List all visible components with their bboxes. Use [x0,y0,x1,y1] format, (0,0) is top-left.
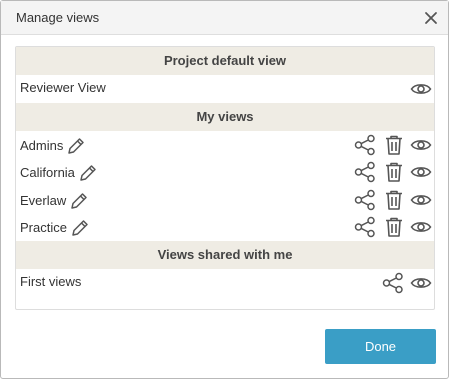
trash-icon[interactable] [384,161,404,183]
list-item: Reviewer View [16,75,434,102]
trash-icon[interactable] [384,134,404,156]
list-item: California [16,159,434,186]
done-button[interactable]: Done [325,329,436,364]
list-item: Everlaw [16,187,434,214]
list-item: Practice [16,214,434,241]
list-item: First views [16,269,434,296]
eye-icon[interactable] [410,164,432,180]
dialog-title: Manage views [16,10,100,25]
view-name: Everlaw [20,193,67,208]
pencil-icon[interactable] [78,163,98,183]
view-name: Reviewer View [20,80,106,95]
view-name: Admins [20,138,64,153]
share-icon[interactable] [354,189,376,211]
section-header-shared: Views shared with me [16,241,434,269]
trash-icon[interactable] [384,189,404,211]
dialog-titlebar: Manage views [1,1,448,35]
share-icon[interactable] [354,216,376,238]
section-header-my-views: My views [16,103,434,131]
share-icon[interactable] [354,134,376,156]
pencil-icon[interactable] [66,136,86,156]
views-panel: Project default view Reviewer View My vi… [15,46,435,310]
eye-icon[interactable] [410,275,432,291]
list-item: Admins [16,132,434,159]
manage-views-dialog: Manage views Project default view Review… [0,0,449,379]
eye-icon[interactable] [410,137,432,153]
view-name: California [20,165,75,180]
close-icon[interactable] [424,11,438,25]
view-name: Practice [20,220,67,235]
trash-icon[interactable] [384,216,404,238]
pencil-icon[interactable] [69,191,89,211]
share-icon[interactable] [382,272,404,294]
view-name: First views [20,274,82,289]
eye-icon[interactable] [410,192,432,208]
share-icon[interactable] [354,161,376,183]
section-header-project-default: Project default view [16,47,434,75]
eye-icon[interactable] [410,219,432,235]
pencil-icon[interactable] [70,218,90,238]
eye-icon[interactable] [410,81,432,97]
